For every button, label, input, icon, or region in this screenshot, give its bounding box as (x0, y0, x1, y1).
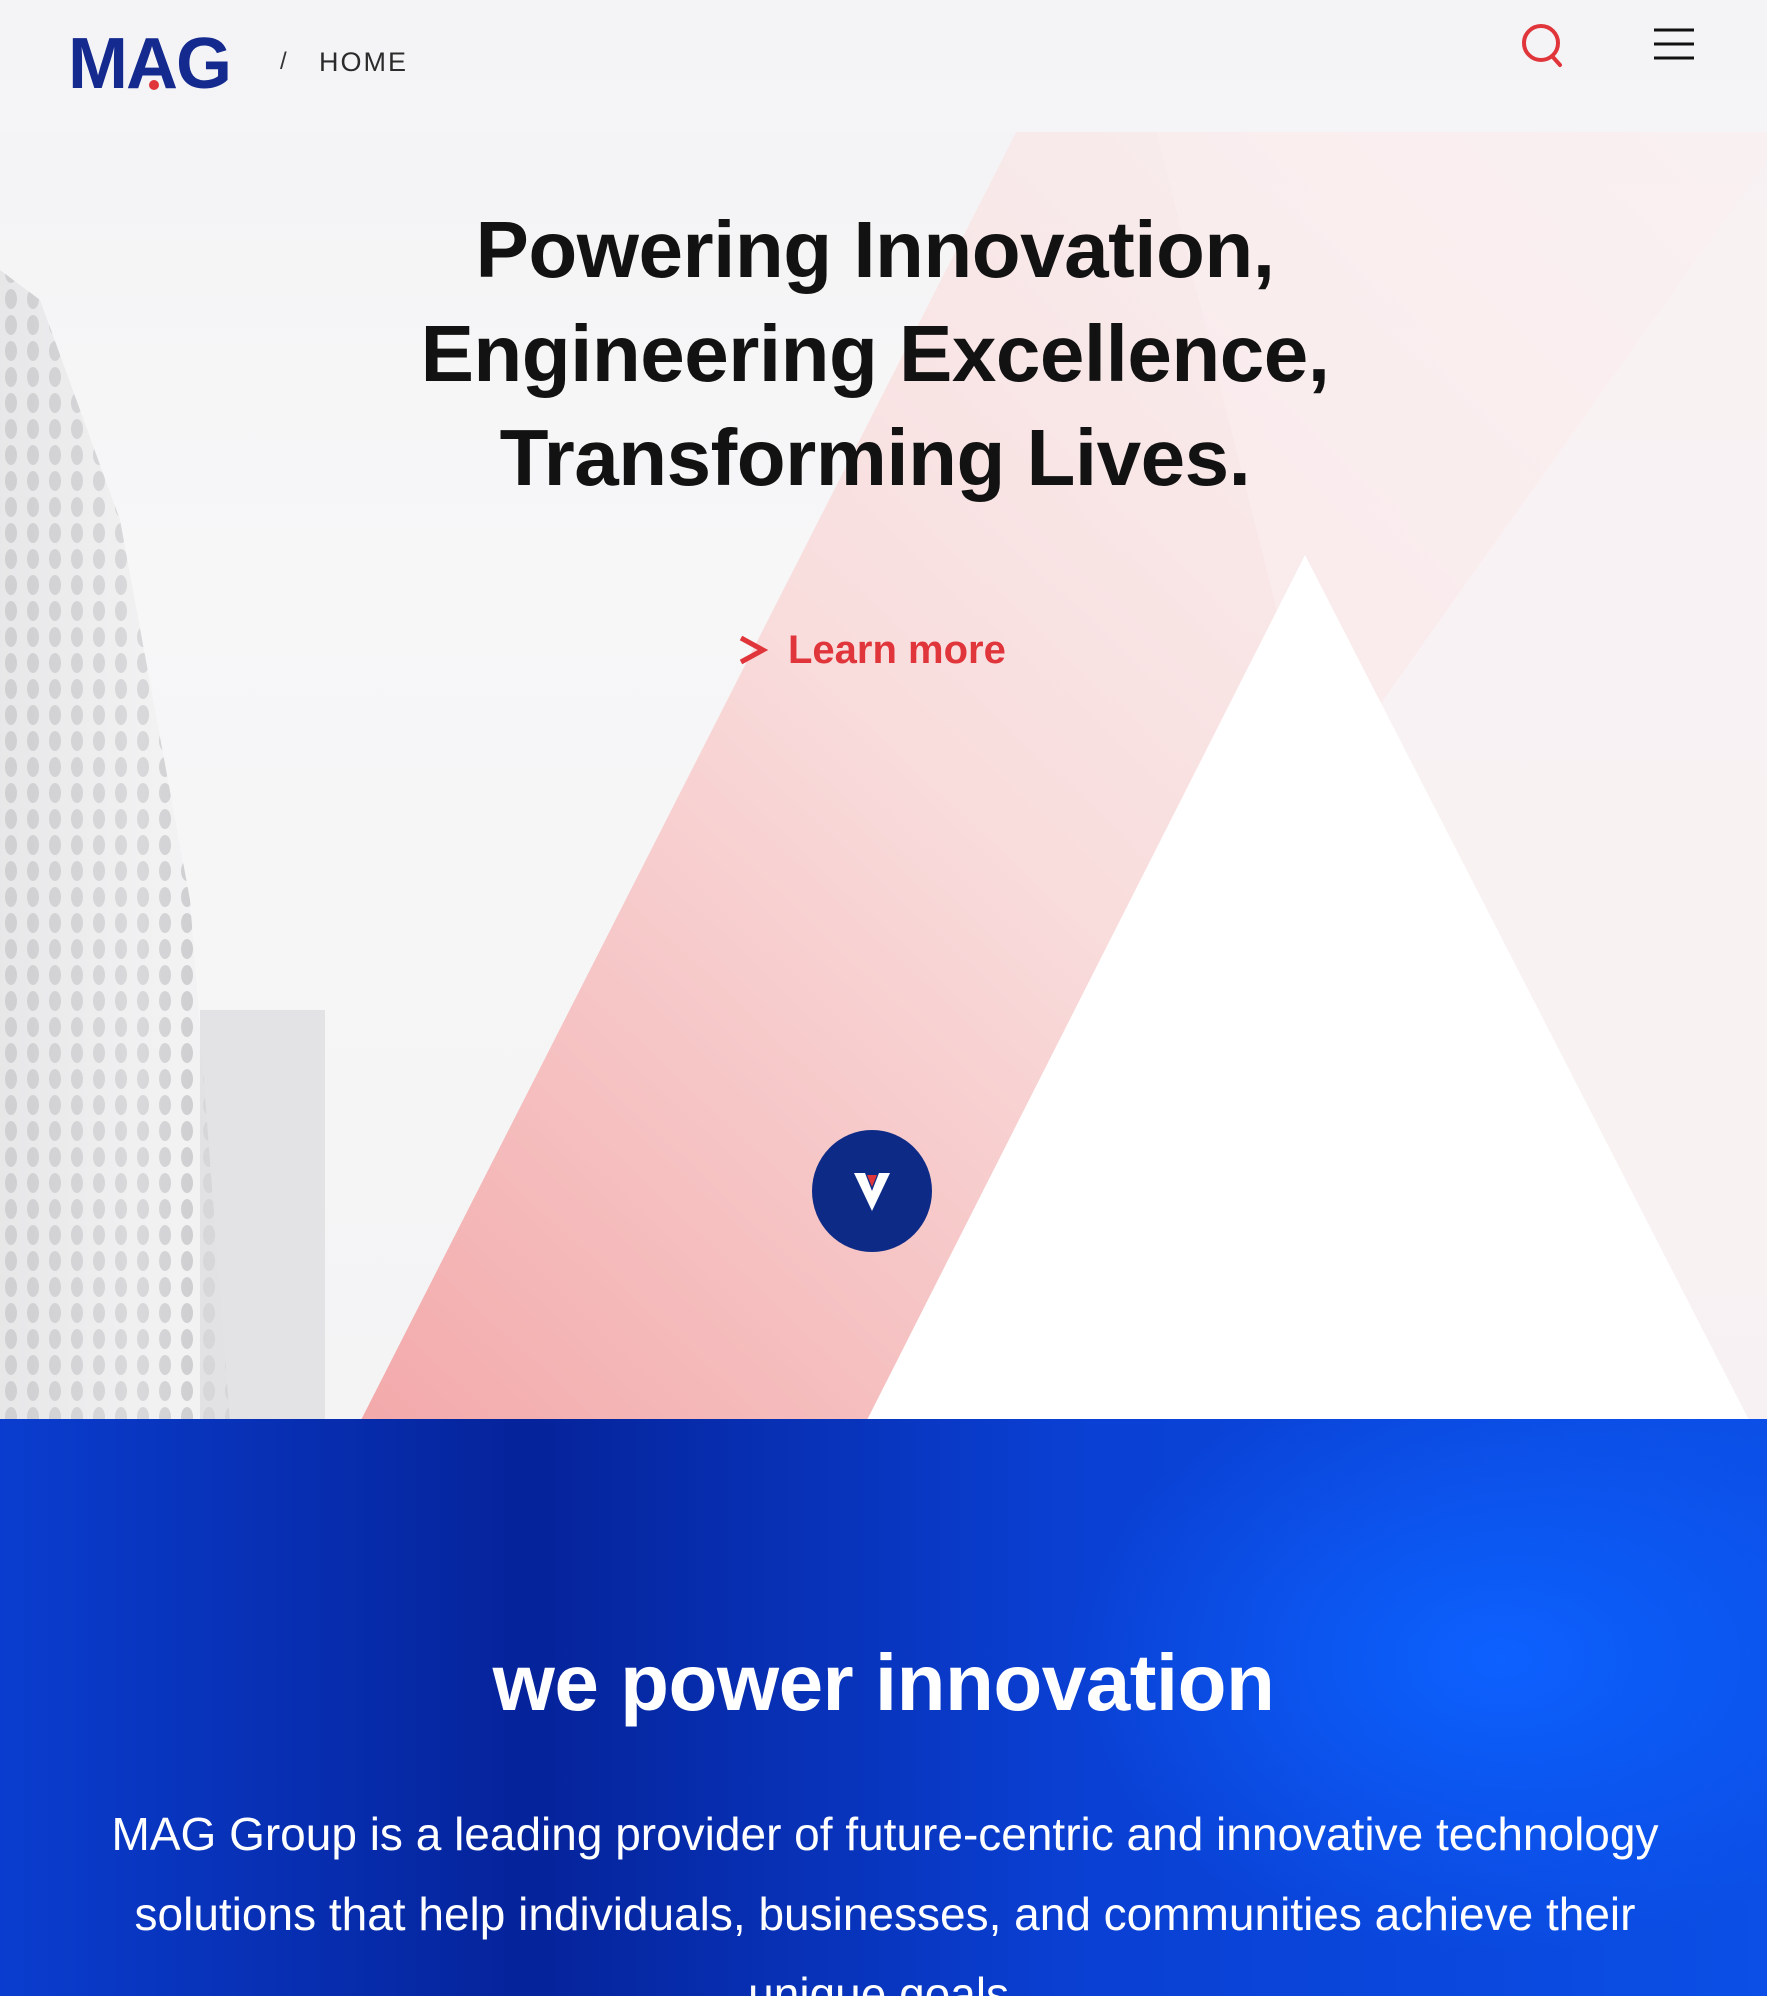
mag-logo[interactable]: MAG (68, 24, 240, 104)
learn-more-label: Learn more (788, 627, 1006, 672)
headline-line-2: Engineering Excellence, (420, 309, 1330, 398)
about-title: we power innovation (492, 1638, 1275, 1727)
hero-section: MAG / HOME Powering Innovation, Engineer… (0, 0, 1767, 1422)
hamburger-menu-icon (1654, 28, 1694, 60)
search-icon (1522, 24, 1562, 67)
headline-line-1: Powering Innovation, (475, 205, 1275, 294)
breadcrumb-home[interactable]: HOME (319, 47, 408, 78)
chevron-down-icon (854, 1173, 890, 1211)
breadcrumb-separator: / (280, 48, 288, 75)
site-header: MAG / HOME (0, 0, 1767, 132)
menu-button[interactable] (1652, 24, 1696, 64)
about-body: MAG Group is a leading provider of futur… (111, 1808, 1659, 1996)
headline-line-3: Transforming Lives. (499, 413, 1251, 502)
svg-text:MAG: MAG (68, 30, 230, 94)
scroll-down-button[interactable] (812, 1130, 932, 1252)
about-section: we power innovation MAG Group is a leadi… (0, 1419, 1767, 1996)
learn-more-link[interactable]: Learn more (736, 622, 1006, 678)
chevron-right-icon (739, 635, 768, 665)
search-button[interactable] (1516, 20, 1568, 72)
logo-icon: MAG (68, 24, 232, 104)
page: MAG / HOME Powering Innovation, Engineer… (0, 0, 1767, 1996)
hero-headline: Powering Innovation, Engineering Excelle… (290, 198, 1460, 510)
